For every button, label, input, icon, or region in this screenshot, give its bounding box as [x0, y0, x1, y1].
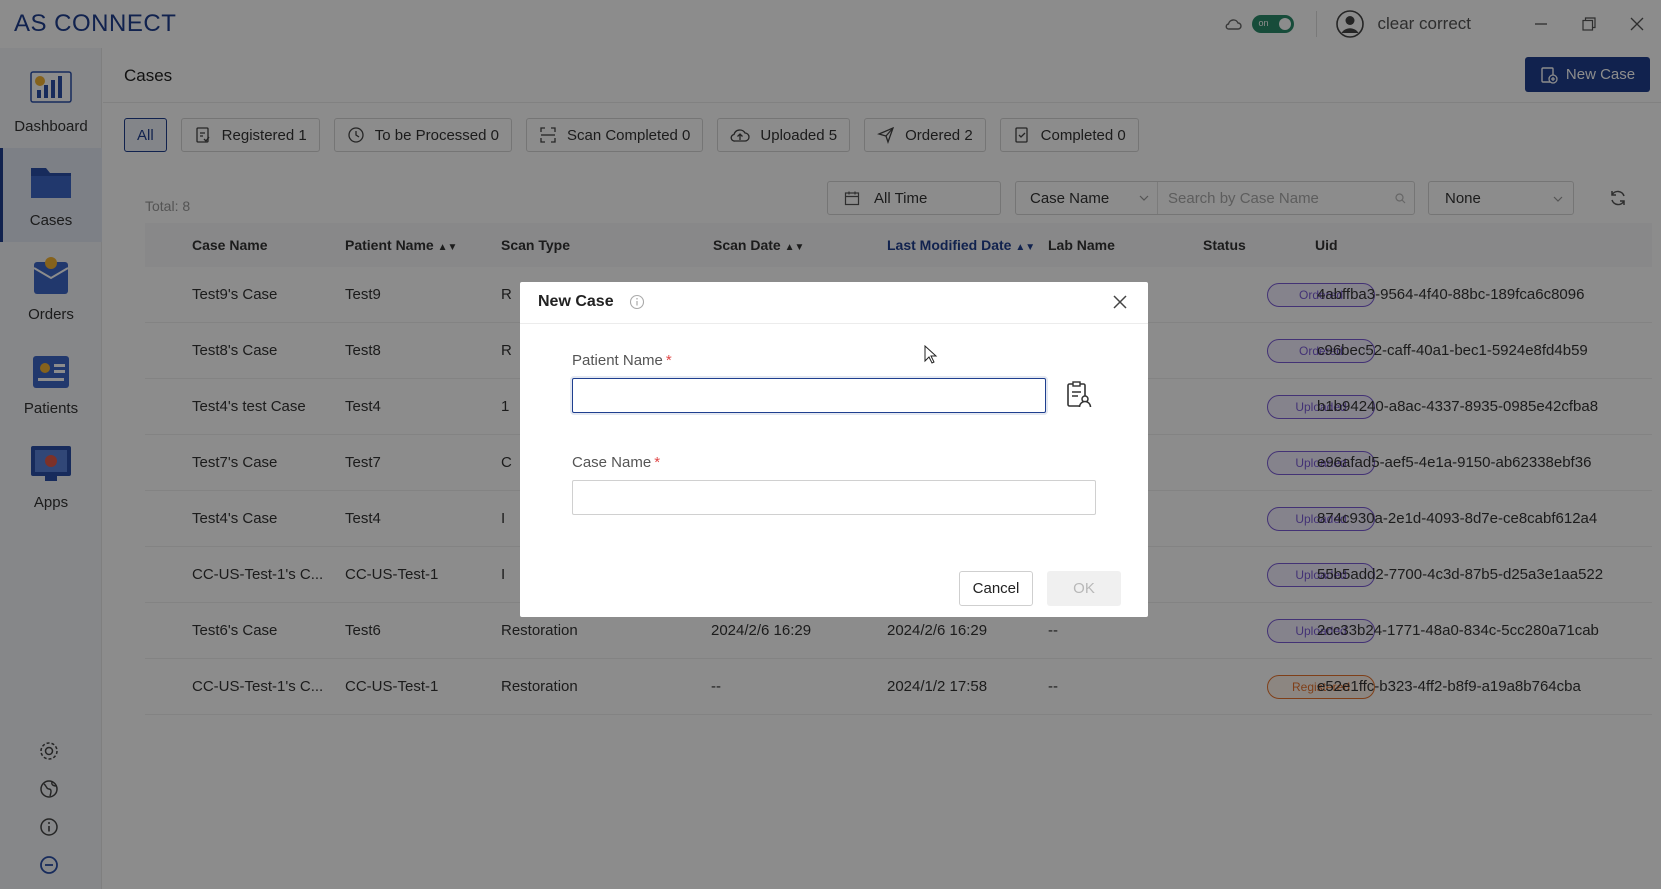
patient-name-input[interactable] — [572, 378, 1046, 413]
close-icon[interactable] — [1110, 292, 1130, 312]
required-mark: * — [654, 454, 661, 471]
required-mark: * — [665, 352, 672, 369]
patient-name-label: Patient Name * — [572, 352, 672, 369]
patient-select-icon[interactable] — [1063, 380, 1093, 410]
new-case-dialog: New Case Patient Name * Case Name * Cancel… — [520, 282, 1148, 617]
dialog-title: New Case — [538, 293, 614, 310]
dialog-header: New Case — [520, 282, 1148, 324]
case-name-label: Case Name * — [572, 454, 661, 471]
info-icon[interactable] — [629, 294, 645, 310]
mouse-cursor-icon — [924, 344, 938, 365]
case-name-input[interactable] — [572, 480, 1096, 515]
cancel-button[interactable]: Cancel — [959, 571, 1033, 606]
ok-button[interactable]: OK — [1047, 571, 1121, 606]
